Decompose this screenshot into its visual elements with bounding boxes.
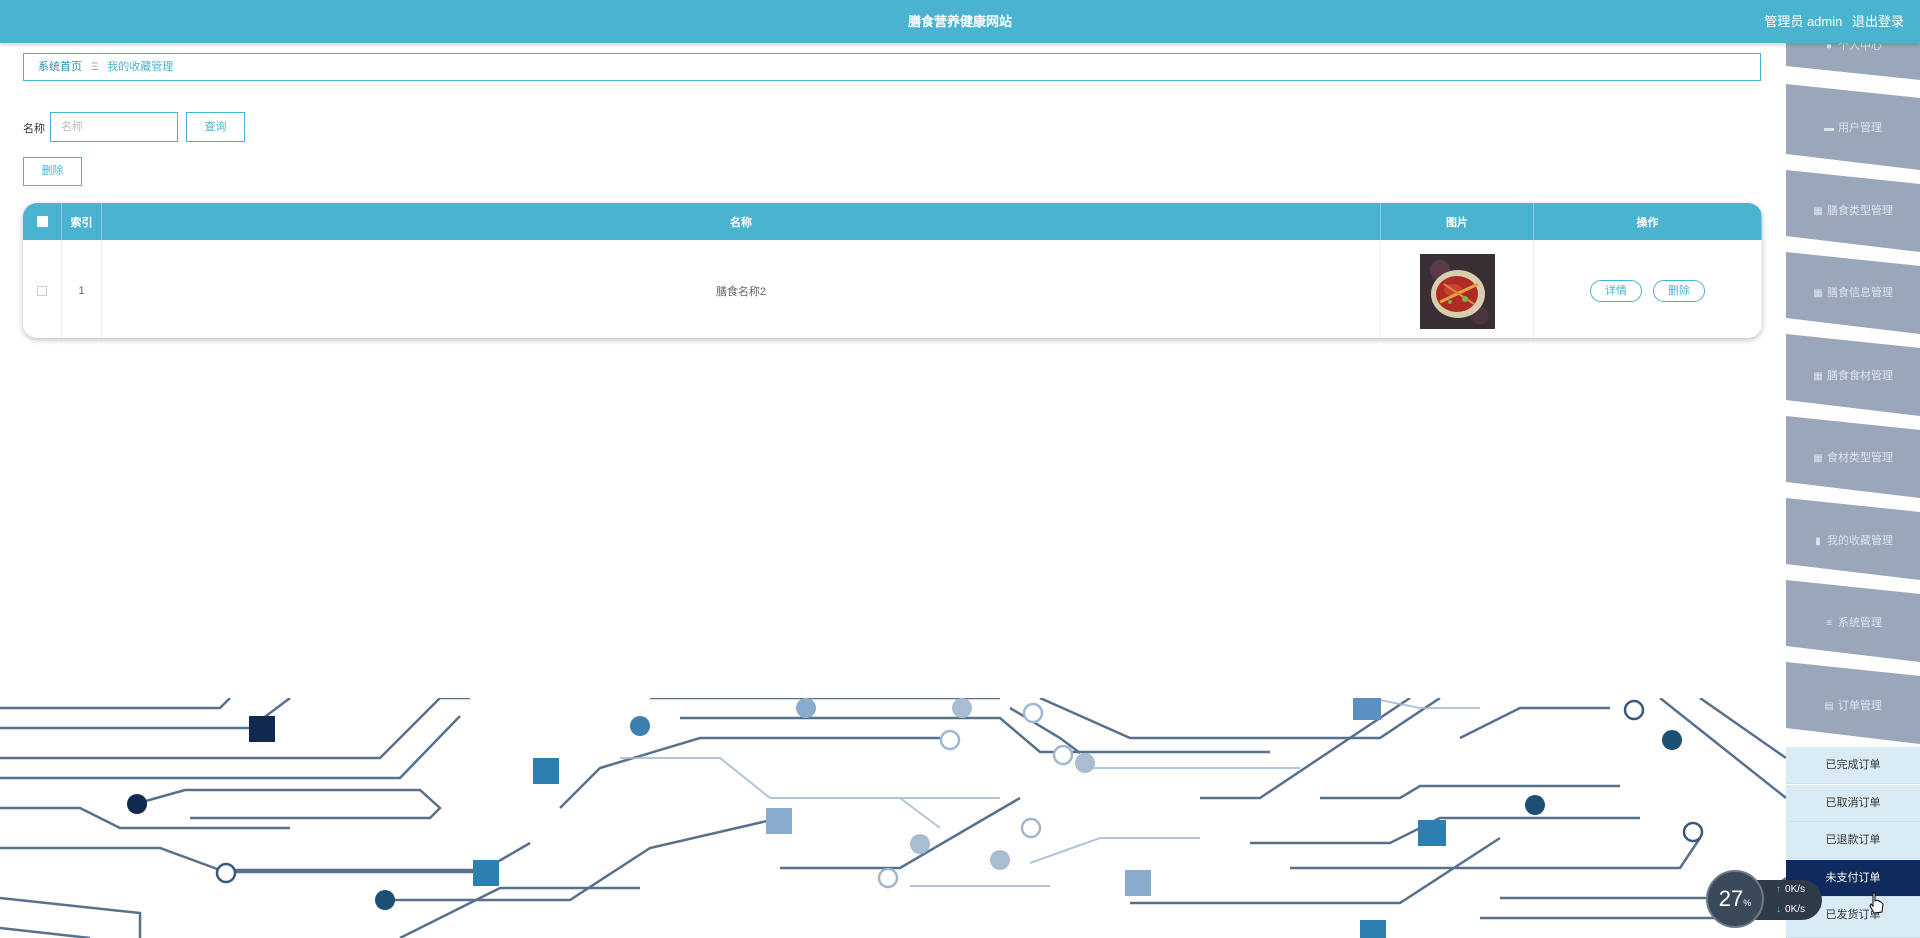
sidebar-item-label: 食材类型管理 — [1827, 452, 1893, 464]
sidebar-item-label: 膳食信息管理 — [1827, 287, 1893, 299]
circuit-background — [0, 698, 1786, 938]
grid-icon: ▦ — [1813, 371, 1823, 382]
sidebar-item-label: 膳食类型管理 — [1827, 205, 1893, 217]
network-speed-widget[interactable]: ↑ 0K/s ↓ 0K/s 27% — [1706, 870, 1824, 930]
cpu-percent-unit: % — [1743, 898, 1752, 908]
column-header-actions: 操作 — [1533, 203, 1762, 240]
breadcrumb: 系统首页 Ξ 我的收藏管理 — [23, 53, 1761, 81]
sidebar-item-my-favorites[interactable]: ▮ 我的收藏管理 — [1786, 531, 1920, 551]
row-delete-button[interactable]: 删除 — [1653, 280, 1706, 302]
select-all-header[interactable] — [23, 203, 62, 240]
row-checkbox[interactable] — [37, 286, 47, 297]
grid-icon: ▦ — [1813, 288, 1823, 299]
table-row: 1 膳食名称2 详情 删除 — [23, 240, 1762, 338]
download-rate: ↓ 0K/s — [1776, 900, 1822, 920]
sidebar-item-orders[interactable]: ▤ 订单管理 — [1786, 696, 1920, 716]
food-thumbnail — [1419, 253, 1495, 329]
cpu-percent: 27 — [1718, 886, 1744, 911]
sidebar-item-label: 系统管理 — [1838, 617, 1882, 629]
select-all-checkbox[interactable] — [36, 216, 48, 228]
sidebar-item-label: 订单管理 — [1838, 700, 1882, 712]
list-icon: ≡ — [1826, 618, 1832, 629]
upload-unit: K/s — [1790, 884, 1806, 895]
row-image-cell — [1380, 240, 1534, 338]
breadcrumb-current: 我的收藏管理 — [107, 61, 174, 73]
trash-icon: ▮ — [1815, 536, 1821, 547]
table-icon: ▤ — [1824, 701, 1834, 712]
sidebar-item-label: 我的收藏管理 — [1827, 535, 1893, 547]
row-index: 1 — [61, 240, 102, 338]
sub-item-refunded-orders[interactable]: 已退款订单 — [1786, 822, 1920, 859]
table-header-row: 索引 名称 图片 操作 — [23, 203, 1762, 240]
column-header-image: 图片 — [1380, 203, 1534, 240]
search-label: 名称 — [23, 123, 45, 135]
hand-cursor-icon — [1869, 892, 1884, 914]
batch-delete-button[interactable]: 删除 — [23, 157, 82, 186]
grid-icon: ▦ — [1813, 206, 1823, 217]
row-actions: 详情 删除 — [1533, 240, 1762, 338]
user-area: 管理员 admin 退出登录 — [1758, 0, 1904, 43]
sidebar-item-label: 用户管理 — [1838, 122, 1882, 134]
logout-link[interactable]: 退出登录 — [1852, 14, 1904, 29]
sidebar-item-meal-info[interactable]: ▦ 膳食信息管理 — [1786, 283, 1920, 303]
arrow-down-icon: ↓ — [1776, 904, 1781, 915]
user-label: 管理员 admin — [1764, 14, 1843, 29]
name-search-input[interactable] — [50, 112, 178, 142]
query-button[interactable]: 查询 — [186, 112, 245, 142]
download-unit: K/s — [1790, 904, 1806, 915]
sub-item-completed-orders[interactable]: 已完成订单 — [1786, 747, 1920, 784]
arrow-up-icon: ↑ — [1776, 884, 1781, 895]
detail-button[interactable]: 详情 — [1589, 280, 1642, 302]
sidebar-item-meal-type[interactable]: ▦ 膳食类型管理 — [1786, 201, 1920, 221]
briefcase-icon: ▬ — [1824, 123, 1834, 134]
site-title: 膳食营养健康网站 — [907, 14, 1012, 29]
column-header-index: 索引 — [61, 203, 102, 240]
upload-rate: ↑ 0K/s — [1776, 880, 1822, 900]
sidebar-item-label: 膳食食材管理 — [1827, 370, 1893, 382]
sidebar-item-user-management[interactable]: ▬ 用户管理 — [1786, 118, 1920, 138]
sidebar-item-system[interactable]: ≡ 系统管理 — [1786, 613, 1920, 633]
breadcrumb-home[interactable]: 系统首页 — [38, 61, 82, 73]
favorites-table: 索引 名称 图片 操作 1 膳食名称2 详情 删除 — [23, 203, 1762, 338]
sidebar-item-meal-ingredients[interactable]: ▦ 膳食食材管理 — [1786, 366, 1920, 386]
sidebar: ● 个人中心 ▬ 用户管理 ▦ 膳食类型管理 ▦ 膳食信息管理 ▦ 膳食食材管理 ▦ 食材类… — [1786, 0, 1920, 938]
row-select-cell[interactable] — [23, 240, 62, 338]
sub-item-cancelled-orders[interactable]: 已取消订单 — [1786, 785, 1920, 822]
grid-icon: ▦ — [1813, 453, 1823, 464]
top-bar: 膳食营养健康网站 管理员 admin 退出登录 — [0, 0, 1920, 43]
row-name: 膳食名称2 — [101, 240, 1381, 338]
cpu-gauge: 27% — [1706, 870, 1764, 928]
breadcrumb-separator: Ξ — [91, 61, 99, 73]
column-header-name: 名称 — [101, 203, 1381, 240]
sidebar-item-ingredient-type[interactable]: ▦ 食材类型管理 — [1786, 448, 1920, 468]
